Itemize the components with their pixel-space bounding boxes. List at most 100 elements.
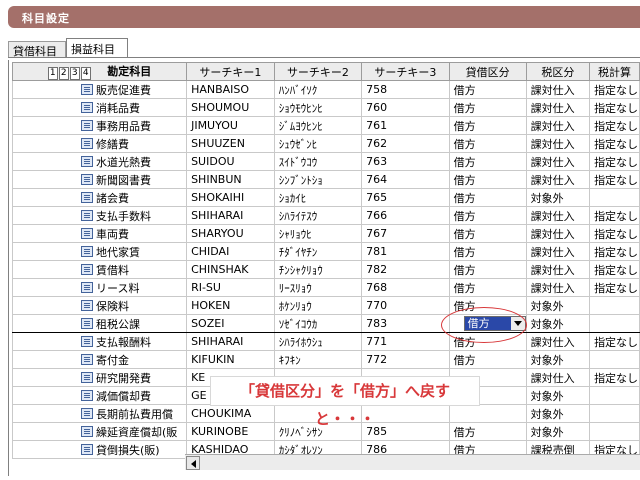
cell-key1[interactable]: KURINOBE xyxy=(186,422,275,441)
cell-key3[interactable]: 763 xyxy=(361,152,450,171)
cell-key3[interactable]: 760 xyxy=(361,98,450,117)
col-header-searchkey2[interactable]: サーチキー2 xyxy=(273,62,363,81)
col-header-searchkey3[interactable]: サーチキー3 xyxy=(361,62,450,81)
account-name-cell[interactable]: 新聞図書費 xyxy=(11,170,188,189)
cell-key2[interactable]: ﾁﾀﾞｲﾔﾁﾝ xyxy=(273,242,363,261)
cell-key3[interactable]: 766 xyxy=(361,206,450,225)
cell-key1[interactable]: JIMUYOU xyxy=(186,116,275,135)
table-row[interactable]: 修繕費 SHUUZEN ｼｭｳｾﾞﾝﾋ 762 借方 課対仕入 指定なし xyxy=(11,134,640,153)
cell-taxcalc[interactable] xyxy=(589,404,640,423)
cell-key2[interactable]: ｼｬﾘｮｳﾋ xyxy=(273,224,363,243)
cell-key1[interactable]: SHUUZEN xyxy=(186,134,275,153)
cell-taxcalc[interactable]: 指定なし xyxy=(589,134,640,153)
cell-key2[interactable]: ｼﾊﾗｲﾃｽｳ xyxy=(273,206,363,225)
cell-tax[interactable]: 課対仕入 xyxy=(525,152,591,171)
table-row[interactable]: 事務用品費 JIMUYOU ｼﾞﾑﾖｳﾋﾝﾋ 761 借方 課対仕入 指定なし xyxy=(11,116,640,135)
table-row[interactable]: 地代家賃 CHIDAI ﾁﾀﾞｲﾔﾁﾝ 781 借方 課対仕入 指定なし xyxy=(11,242,640,261)
col-header-debit-credit[interactable]: 貸借区分 xyxy=(448,62,527,81)
cell-key3[interactable]: 761 xyxy=(361,116,450,135)
cell-taxcalc[interactable] xyxy=(589,314,640,333)
account-name-cell[interactable]: 貸倒損失(販) xyxy=(11,440,188,459)
cell-key2[interactable]: ｽｲﾄﾞｳｺｳ xyxy=(273,152,363,171)
cell-dc[interactable]: 借方 xyxy=(448,98,527,117)
account-name-cell[interactable]: 寄付金 xyxy=(11,350,188,369)
cell-key3[interactable]: 770 xyxy=(361,296,450,315)
cell-tax[interactable]: 課対仕入 xyxy=(525,116,591,135)
cell-key3[interactable]: 781 xyxy=(361,242,450,261)
account-name-cell[interactable]: 水道光熱費 xyxy=(11,152,188,171)
cell-tax[interactable]: 課対仕入 xyxy=(525,170,591,189)
cell-taxcalc[interactable]: 指定なし xyxy=(589,152,640,171)
cell-key3[interactable]: 782 xyxy=(361,260,450,279)
cell-key1[interactable]: HANBAISO xyxy=(186,80,275,99)
cell-key2[interactable]: ｼｭｳｾﾞﾝﾋ xyxy=(273,134,363,153)
cell-key1[interactable]: SHIHARAI xyxy=(186,332,275,351)
account-name-cell[interactable]: 支払報酬料 xyxy=(11,332,188,351)
account-name-cell[interactable]: 修繕費 xyxy=(11,134,188,153)
cell-key3[interactable]: 783 xyxy=(361,314,450,333)
cell-taxcalc[interactable]: 指定なし xyxy=(589,224,640,243)
account-name-cell[interactable]: 研究開発費 xyxy=(11,368,188,387)
cell-dc[interactable]: 借方 xyxy=(448,188,527,207)
table-row[interactable]: 諸会費 SHOKAIHI ｼｮｶｲﾋ 765 借方 対象外 xyxy=(11,188,640,207)
level-1-button[interactable]: 1 xyxy=(47,67,58,80)
cell-taxcalc[interactable]: 指定なし xyxy=(589,116,640,135)
cell-taxcalc[interactable]: 指定なし xyxy=(589,170,640,189)
account-name-cell[interactable]: 諸会費 xyxy=(11,188,188,207)
cell-taxcalc[interactable] xyxy=(589,188,640,207)
account-name-cell[interactable]: 車両費 xyxy=(11,224,188,243)
cell-key1[interactable]: RI-SU xyxy=(186,278,275,297)
cell-key2[interactable]: ｼｮｳﾓｳﾋﾝﾋ xyxy=(273,98,363,117)
account-name-cell[interactable]: 租税公課 xyxy=(11,314,188,333)
cell-key1[interactable]: CHINSHAK xyxy=(186,260,275,279)
col-header-tax-calc[interactable]: 税計算 xyxy=(589,62,640,81)
table-row[interactable]: 消耗品費 SHOUMOU ｼｮｳﾓｳﾋﾝﾋ 760 借方 課対仕入 指定なし xyxy=(11,98,640,117)
cell-dc[interactable]: 借方 xyxy=(448,242,527,261)
cell-tax[interactable]: 課対仕入 xyxy=(525,332,591,351)
cell-key1[interactable]: SHINBUN xyxy=(186,170,275,189)
cell-taxcalc[interactable] xyxy=(589,296,640,315)
cell-key2[interactable]: ｼﾝﾌﾞﾝﾄｼｮ xyxy=(273,170,363,189)
cell-dc[interactable]: 借方 xyxy=(448,152,527,171)
cell-key2[interactable]: ﾁﾝｼｬｸﾘｮｳ xyxy=(273,260,363,279)
cell-tax[interactable]: 課対仕入 xyxy=(525,134,591,153)
account-name-cell[interactable]: 販売促進費 xyxy=(11,80,188,99)
cell-key2[interactable]: ｼｮｶｲﾋ xyxy=(273,188,363,207)
account-name-cell[interactable]: 地代家賃 xyxy=(11,242,188,261)
cell-key2[interactable]: ﾘｰｽﾘｮｳ xyxy=(273,278,363,297)
cell-taxcalc[interactable]: 指定なし xyxy=(589,206,640,225)
cell-tax[interactable]: 課対仕入 xyxy=(525,260,591,279)
cell-key1[interactable]: CHIDAI xyxy=(186,242,275,261)
table-row[interactable]: 租税公課 SOZEI ｿｾﾞｲｺｳｶ 783 借方 対象外 xyxy=(11,314,640,333)
account-name-cell[interactable]: 支払手数料 xyxy=(11,206,188,225)
cell-dc[interactable]: 借方 xyxy=(448,80,527,99)
cell-dc[interactable]: 借方 xyxy=(448,116,527,135)
cell-taxcalc[interactable]: 指定なし xyxy=(589,242,640,261)
level-2-button[interactable]: 2 xyxy=(58,67,69,80)
account-name-cell[interactable]: リース料 xyxy=(11,278,188,297)
cell-tax[interactable]: 対象外 xyxy=(525,188,591,207)
cell-key1[interactable]: HOKEN xyxy=(186,296,275,315)
cell-tax[interactable]: 対象外 xyxy=(525,350,591,369)
cell-taxcalc[interactable] xyxy=(589,350,640,369)
level-4-button[interactable]: 4 xyxy=(80,67,91,80)
cell-key1[interactable]: SOZEI xyxy=(186,314,275,333)
cell-taxcalc[interactable]: 指定なし xyxy=(589,368,640,387)
table-row[interactable]: 保険料 HOKEN ﾎｹﾝﾘｮｳ 770 借方 対象外 xyxy=(11,296,640,315)
table-row[interactable]: 支払報酬料 SHIHARAI ｼﾊﾗｲﾎｳｼｭ 771 借方 課対仕入 指定なし xyxy=(11,332,640,351)
cell-tax[interactable]: 課対仕入 xyxy=(525,242,591,261)
account-name-cell[interactable]: 消耗品費 xyxy=(11,98,188,117)
cell-taxcalc[interactable]: 指定なし xyxy=(589,98,640,117)
col-header-tax-class[interactable]: 税区分 xyxy=(525,62,591,81)
table-row[interactable]: 支払手数料 SHIHARAI ｼﾊﾗｲﾃｽｳ 766 借方 課対仕入 指定なし xyxy=(11,206,640,225)
cell-taxcalc[interactable] xyxy=(589,422,640,441)
cell-taxcalc[interactable]: 指定なし xyxy=(589,278,640,297)
cell-dc[interactable]: 借方 xyxy=(448,422,527,441)
cell-tax[interactable]: 対象外 xyxy=(525,422,591,441)
cell-key3[interactable]: 765 xyxy=(361,188,450,207)
table-row[interactable]: 新聞図書費 SHINBUN ｼﾝﾌﾞﾝﾄｼｮ 764 借方 課対仕入 指定なし xyxy=(11,170,640,189)
cell-tax[interactable]: 課対仕入 xyxy=(525,224,591,243)
cell-dc[interactable]: 借方 xyxy=(448,224,527,243)
account-name-cell[interactable]: 保険料 xyxy=(11,296,188,315)
table-row[interactable]: リース料 RI-SU ﾘｰｽﾘｮｳ 768 借方 課対仕入 指定なし xyxy=(11,278,640,297)
